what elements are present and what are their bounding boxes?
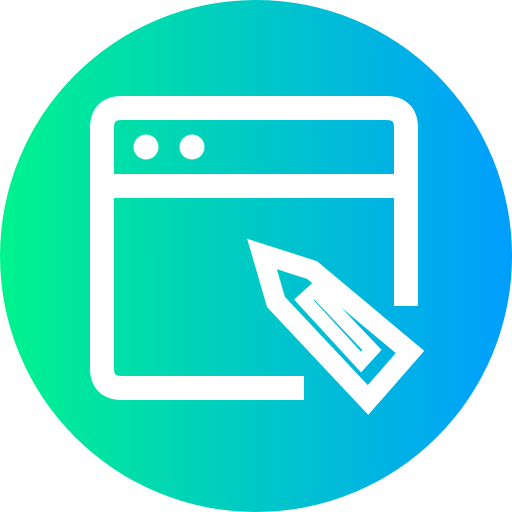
window-dot-1 xyxy=(133,134,159,160)
browser-window-edit-icon xyxy=(0,0,512,512)
icon-canvas xyxy=(0,0,512,512)
window-dot-2 xyxy=(179,134,205,160)
